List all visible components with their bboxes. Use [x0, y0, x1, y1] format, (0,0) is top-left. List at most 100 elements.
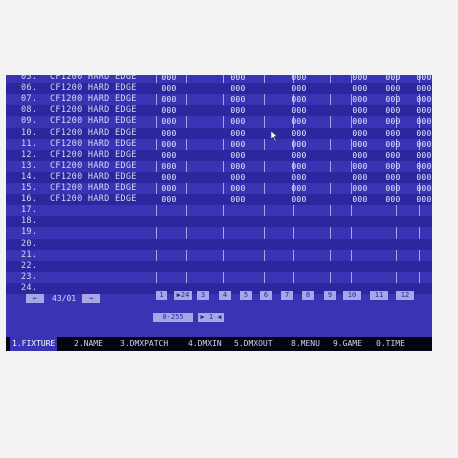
- channel-value[interactable]: 000: [156, 83, 182, 94]
- step-button[interactable]: ▶ 1 ◀: [198, 313, 224, 322]
- channel-value[interactable]: 000: [225, 128, 251, 139]
- channel-value[interactable]: 000: [411, 150, 432, 161]
- channel-value[interactable]: 000: [286, 116, 312, 127]
- fixture-row[interactable]: 20.: [6, 238, 432, 250]
- channel-value[interactable]: 000: [286, 161, 312, 172]
- channel-value[interactable]: 000: [347, 161, 373, 172]
- page-button[interactable]: 8: [302, 291, 314, 300]
- channel-value[interactable]: 000: [347, 139, 373, 150]
- channel-value[interactable]: 000: [286, 150, 312, 161]
- channel-value[interactable]: 000: [156, 105, 182, 116]
- channel-value[interactable]: 000: [380, 183, 406, 194]
- fixture-row[interactable]: 19.: [6, 227, 432, 238]
- page-button[interactable]: 7: [281, 291, 293, 300]
- channel-value[interactable]: 000: [286, 183, 312, 194]
- channel-value[interactable]: 000: [156, 150, 182, 161]
- fixture-row[interactable]: 17.: [6, 205, 432, 216]
- channel-value[interactable]: 000: [347, 172, 373, 183]
- channel-value[interactable]: 000: [411, 183, 432, 194]
- channel-value[interactable]: 000: [380, 194, 406, 205]
- menu-item[interactable]: 0.TIME: [374, 337, 407, 351]
- menu-item[interactable]: 4.DMXIN: [186, 337, 224, 351]
- channel-value[interactable]: 000: [347, 94, 373, 105]
- channel-value[interactable]: 000: [156, 75, 182, 83]
- fixture-row[interactable]: 15. CF1200 HARD EDGE 000 000 000 000 000 000: [6, 183, 432, 194]
- channel-value[interactable]: 000: [411, 116, 432, 127]
- fixture-row[interactable]: 23.: [6, 272, 432, 283]
- fixture-row[interactable]: 16. CF1200 HARD EDGE 000 000 000 000 000 000: [6, 194, 432, 206]
- fixture-row[interactable]: 07. CF1200 HARD EDGE 000 000 000 000 000 000: [6, 94, 432, 105]
- channel-value[interactable]: 000: [225, 116, 251, 127]
- channel-value[interactable]: 000: [286, 83, 312, 94]
- channel-value[interactable]: 000: [347, 128, 373, 139]
- channel-value[interactable]: 000: [380, 139, 406, 150]
- channel-value[interactable]: 000: [411, 139, 432, 150]
- menu-item[interactable]: 1.FIXTURE: [10, 337, 58, 351]
- channel-value[interactable]: 000: [156, 94, 182, 105]
- fixture-row[interactable]: 12. CF1200 HARD EDGE 000 000 000 000 000 000: [6, 149, 432, 161]
- fixture-row[interactable]: 10. CF1200 HARD EDGE 000 000 000 000 000 000: [6, 127, 432, 139]
- page-button[interactable]: 11: [370, 291, 388, 300]
- fixture-row[interactable]: 11. CF1200 HARD EDGE 000 000 000 000 000 000: [6, 139, 432, 150]
- channel-value[interactable]: 000: [411, 161, 432, 172]
- channel-value[interactable]: 000: [347, 116, 373, 127]
- channel-value[interactable]: 000: [380, 105, 406, 116]
- channel-value[interactable]: 000: [156, 139, 182, 150]
- channel-value[interactable]: 000: [225, 94, 251, 105]
- channel-value[interactable]: 000: [347, 105, 373, 116]
- page-button[interactable]: 5: [240, 291, 252, 300]
- channel-value[interactable]: 000: [347, 83, 373, 94]
- channel-value[interactable]: 000: [411, 83, 432, 94]
- channel-value[interactable]: 000: [156, 183, 182, 194]
- channel-value[interactable]: 000: [380, 150, 406, 161]
- channel-value[interactable]: 000: [411, 105, 432, 116]
- channel-value[interactable]: 000: [286, 75, 312, 83]
- channel-value[interactable]: 000: [380, 128, 406, 139]
- channel-value[interactable]: 000: [347, 183, 373, 194]
- page-button[interactable]: 3: [197, 291, 209, 300]
- channel-value[interactable]: 000: [380, 75, 406, 83]
- channel-value[interactable]: 000: [286, 139, 312, 150]
- fixture-row[interactable]: 21.: [6, 250, 432, 261]
- channel-value[interactable]: 000: [347, 75, 373, 83]
- channel-value[interactable]: 000: [225, 139, 251, 150]
- page-button[interactable]: 4: [219, 291, 231, 300]
- page-button[interactable]: 12: [396, 291, 414, 300]
- menu-item[interactable]: 2.NAME: [72, 337, 105, 351]
- channel-value[interactable]: 000: [286, 194, 312, 205]
- fixture-row[interactable]: 18.: [6, 216, 432, 228]
- fixture-row[interactable]: 09. CF1200 HARD EDGE 000 000 000 000 000 000: [6, 116, 432, 127]
- channel-value[interactable]: 000: [411, 128, 432, 139]
- channel-value[interactable]: 000: [411, 194, 432, 205]
- channel-value[interactable]: 000: [156, 161, 182, 172]
- channel-value[interactable]: 000: [286, 94, 312, 105]
- channel-value[interactable]: 000: [347, 150, 373, 161]
- fixture-row[interactable]: 05. CF1200 HARD EDGE 000 000 000 000 000 000: [6, 75, 432, 83]
- channel-value[interactable]: 000: [225, 105, 251, 116]
- channel-value[interactable]: 000: [380, 116, 406, 127]
- menu-item[interactable]: 9.GAME: [331, 337, 364, 351]
- channel-value[interactable]: 000: [225, 183, 251, 194]
- prev-page-button[interactable]: ←: [26, 294, 44, 303]
- channel-value[interactable]: 000: [156, 128, 182, 139]
- channel-value[interactable]: 000: [380, 83, 406, 94]
- channel-value[interactable]: 000: [380, 94, 406, 105]
- channel-value[interactable]: 000: [225, 83, 251, 94]
- channel-value[interactable]: 000: [225, 75, 251, 83]
- page-button[interactable]: 1: [156, 291, 167, 300]
- channel-value[interactable]: 000: [411, 172, 432, 183]
- page-button[interactable]: ▶24: [174, 291, 192, 300]
- menu-item[interactable]: 5.DMXOUT: [232, 337, 275, 351]
- menu-item[interactable]: 3.DMXPATCH: [118, 337, 170, 351]
- channel-value[interactable]: 000: [225, 161, 251, 172]
- channel-value[interactable]: 000: [286, 172, 312, 183]
- channel-value[interactable]: 000: [380, 161, 406, 172]
- channel-value[interactable]: 000: [156, 194, 182, 205]
- range-button[interactable]: 0-255: [153, 313, 193, 322]
- channel-value[interactable]: 000: [347, 194, 373, 205]
- channel-value[interactable]: 000: [156, 116, 182, 127]
- fixture-row[interactable]: 06. CF1200 HARD EDGE 000 000 000 000 000 000: [6, 83, 432, 95]
- page-button[interactable]: 10: [343, 291, 361, 300]
- fixture-row[interactable]: 14. CF1200 HARD EDGE 000 000 000 000 000 000: [6, 171, 432, 183]
- channel-value[interactable]: 000: [225, 172, 251, 183]
